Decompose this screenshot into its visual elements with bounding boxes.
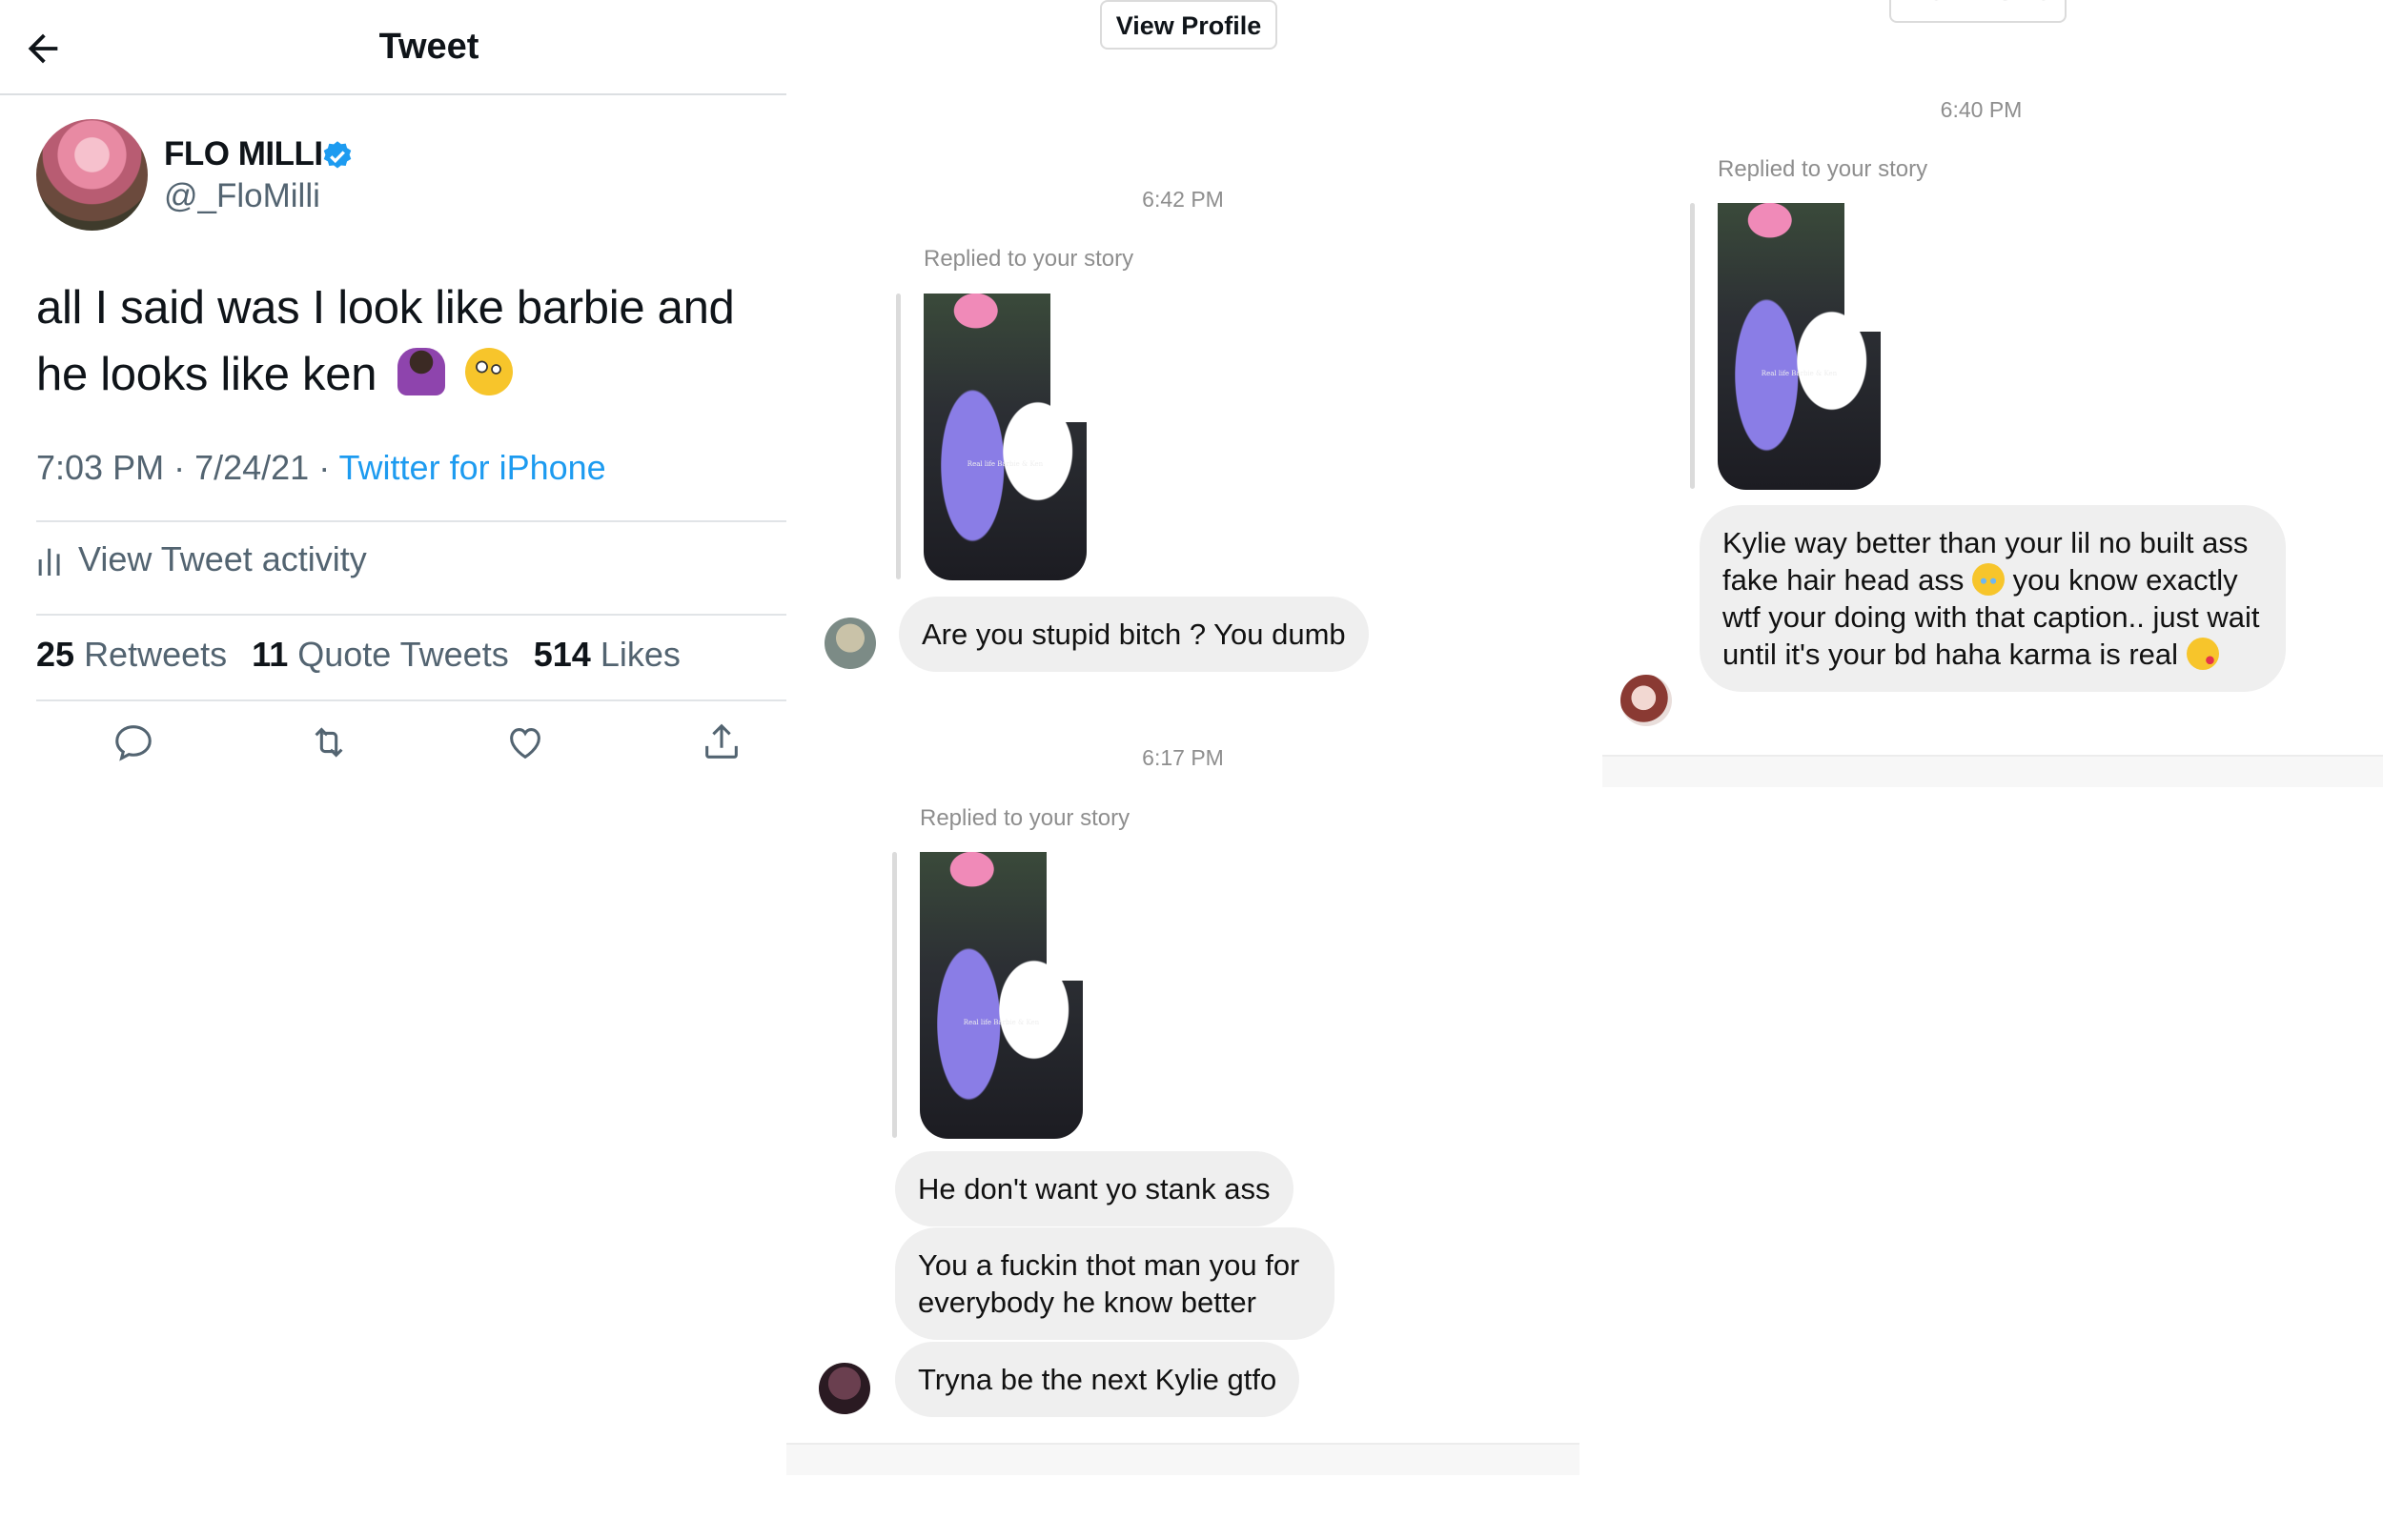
header-divider <box>0 93 786 95</box>
author-name[interactable]: FLO MILLI <box>164 135 323 173</box>
story-thumbnail[interactable]: Real life Barbie & Ken <box>924 294 1087 580</box>
view-profile-button[interactable]: View Profile <box>1100 0 1277 50</box>
tweet-body: all I said was I look like barbie and he… <box>36 282 735 400</box>
story-caption: Real life Barbie & Ken <box>1761 369 1838 377</box>
share-icon[interactable] <box>700 720 743 764</box>
quote-tweets-stat[interactable]: 11 Quote Tweets <box>252 635 509 674</box>
story-caption: Real life Barbie & Ken <box>963 1018 1040 1026</box>
message-bubble[interactable]: Tryna be the next Kylie gtfo <box>895 1342 1300 1417</box>
story-thumbnail[interactable]: Real life Barbie & Ken <box>920 852 1083 1139</box>
replied-label: Replied to your story <box>924 246 1134 272</box>
activity-bars-icon <box>38 548 60 576</box>
reply-icon[interactable] <box>112 720 155 764</box>
dm-panel-1: View Profile 6:42 PM Replied to your sto… <box>786 0 1579 1540</box>
sender-avatar[interactable] <box>1620 675 1672 726</box>
page-title: Tweet <box>378 27 479 67</box>
reply-indicator-bar <box>892 852 897 1138</box>
message-bubble[interactable]: Kylie way better than your lil no built … <box>1700 505 2286 692</box>
divider <box>36 614 786 616</box>
tweet-panel: Tweet FLO MILLI @_FloMilli all I said wa… <box>0 0 786 1540</box>
message-timestamp: 6:42 PM <box>1142 187 1224 212</box>
message-bubble[interactable]: Are you stupid bitch ? You dumb <box>899 597 1369 672</box>
reply-indicator-bar <box>896 294 901 579</box>
activity-label: View Tweet activity <box>78 539 367 578</box>
message-timestamp: 6:40 PM <box>1940 97 2023 122</box>
tweet-date: 7/24/21 <box>194 448 310 487</box>
dm-panel-2: View Profile 6:40 PM Replied to your sto… <box>1579 0 2383 1540</box>
divider <box>36 520 786 522</box>
likes-stat[interactable]: 514 Likes <box>534 635 681 674</box>
zany-face-emoji-icon <box>464 348 513 395</box>
verified-badge-icon <box>323 141 352 169</box>
story-thumbnail[interactable]: Real life Barbie & Ken <box>1718 203 1881 490</box>
tweet-time: 7:03 PM <box>36 448 165 487</box>
replied-label: Replied to your story <box>920 805 1130 831</box>
author-handle[interactable]: @_FloMilli <box>164 177 320 215</box>
message-bubble[interactable]: He don't want yo stank ass <box>895 1151 1293 1226</box>
replied-label: Replied to your story <box>1718 156 1928 182</box>
like-icon[interactable] <box>503 720 547 764</box>
story-caption: Real life Barbie & Ken <box>967 459 1044 468</box>
author-avatar[interactable] <box>36 119 148 231</box>
retweets-stat[interactable]: 25 Retweets <box>36 635 227 674</box>
divider <box>36 699 786 701</box>
woman-shrugging-emoji-icon <box>397 348 445 395</box>
composer-edge <box>786 1443 1579 1475</box>
view-activity-button[interactable]: View Tweet activity <box>36 539 367 579</box>
tweet-meta: 7:03 PM · 7/24/21 · Twitter for iPhone <box>36 448 606 487</box>
tweet-stats: 25 Retweets 11 Quote Tweets 514 Likes <box>36 635 681 675</box>
sender-avatar[interactable] <box>819 1363 870 1414</box>
reply-indicator-bar <box>1690 203 1695 489</box>
face-blowing-kiss-emoji-icon <box>2186 638 2219 670</box>
message-bubble[interactable]: You a fuckin thot man you for everybody … <box>895 1227 1334 1340</box>
tweet-text: all I said was I look like barbie and he… <box>36 274 780 408</box>
view-profile-button[interactable]: View Profile <box>1889 0 2067 23</box>
sender-avatar[interactable] <box>825 618 876 669</box>
composer-edge <box>1602 755 2383 787</box>
loudly-crying-emoji-icon <box>1971 563 2005 596</box>
message-timestamp: 6:17 PM <box>1142 745 1224 770</box>
retweet-icon[interactable] <box>307 720 351 764</box>
tweet-source-link[interactable]: Twitter for iPhone <box>339 448 606 487</box>
